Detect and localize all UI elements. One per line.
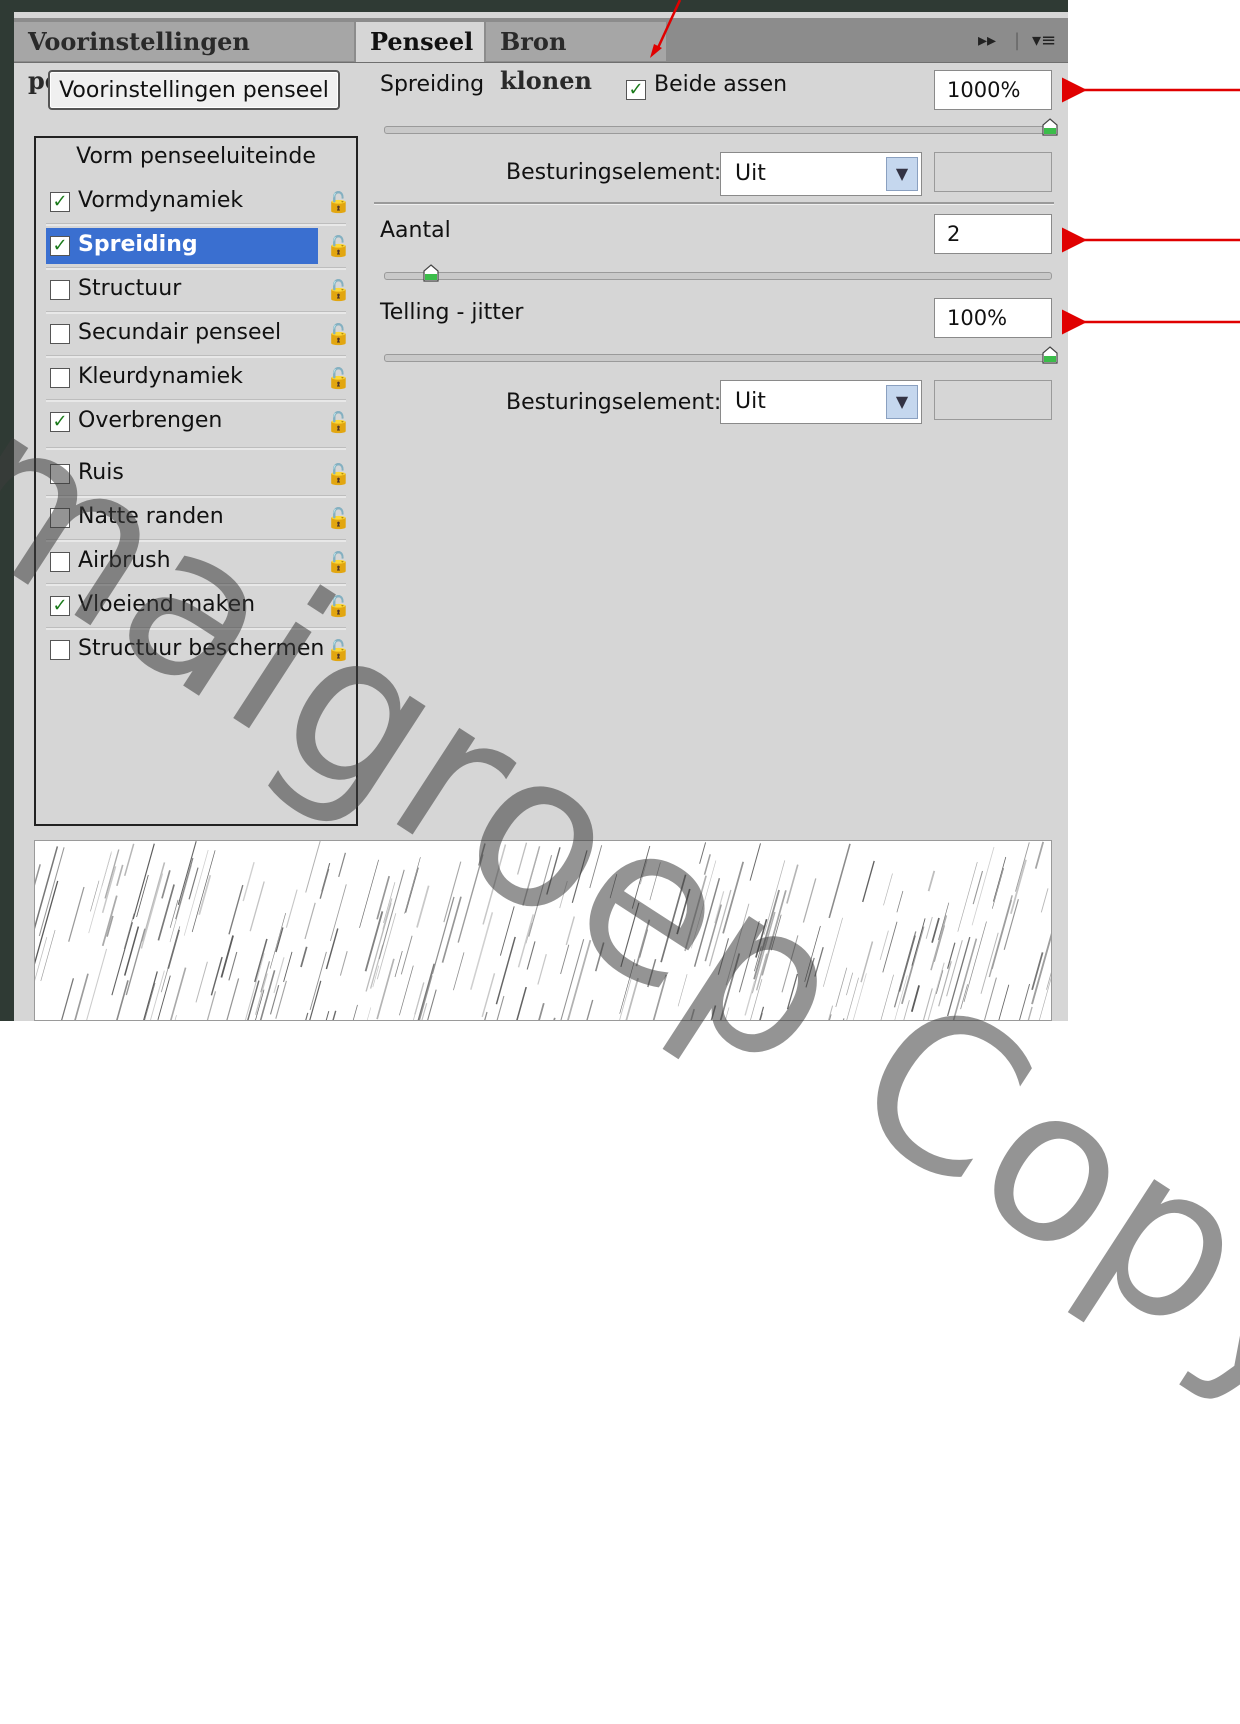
- annotation-arrows: [650, 0, 1240, 335]
- arrowhead: [650, 44, 662, 58]
- arrow-to-both-axes: [655, 0, 682, 51]
